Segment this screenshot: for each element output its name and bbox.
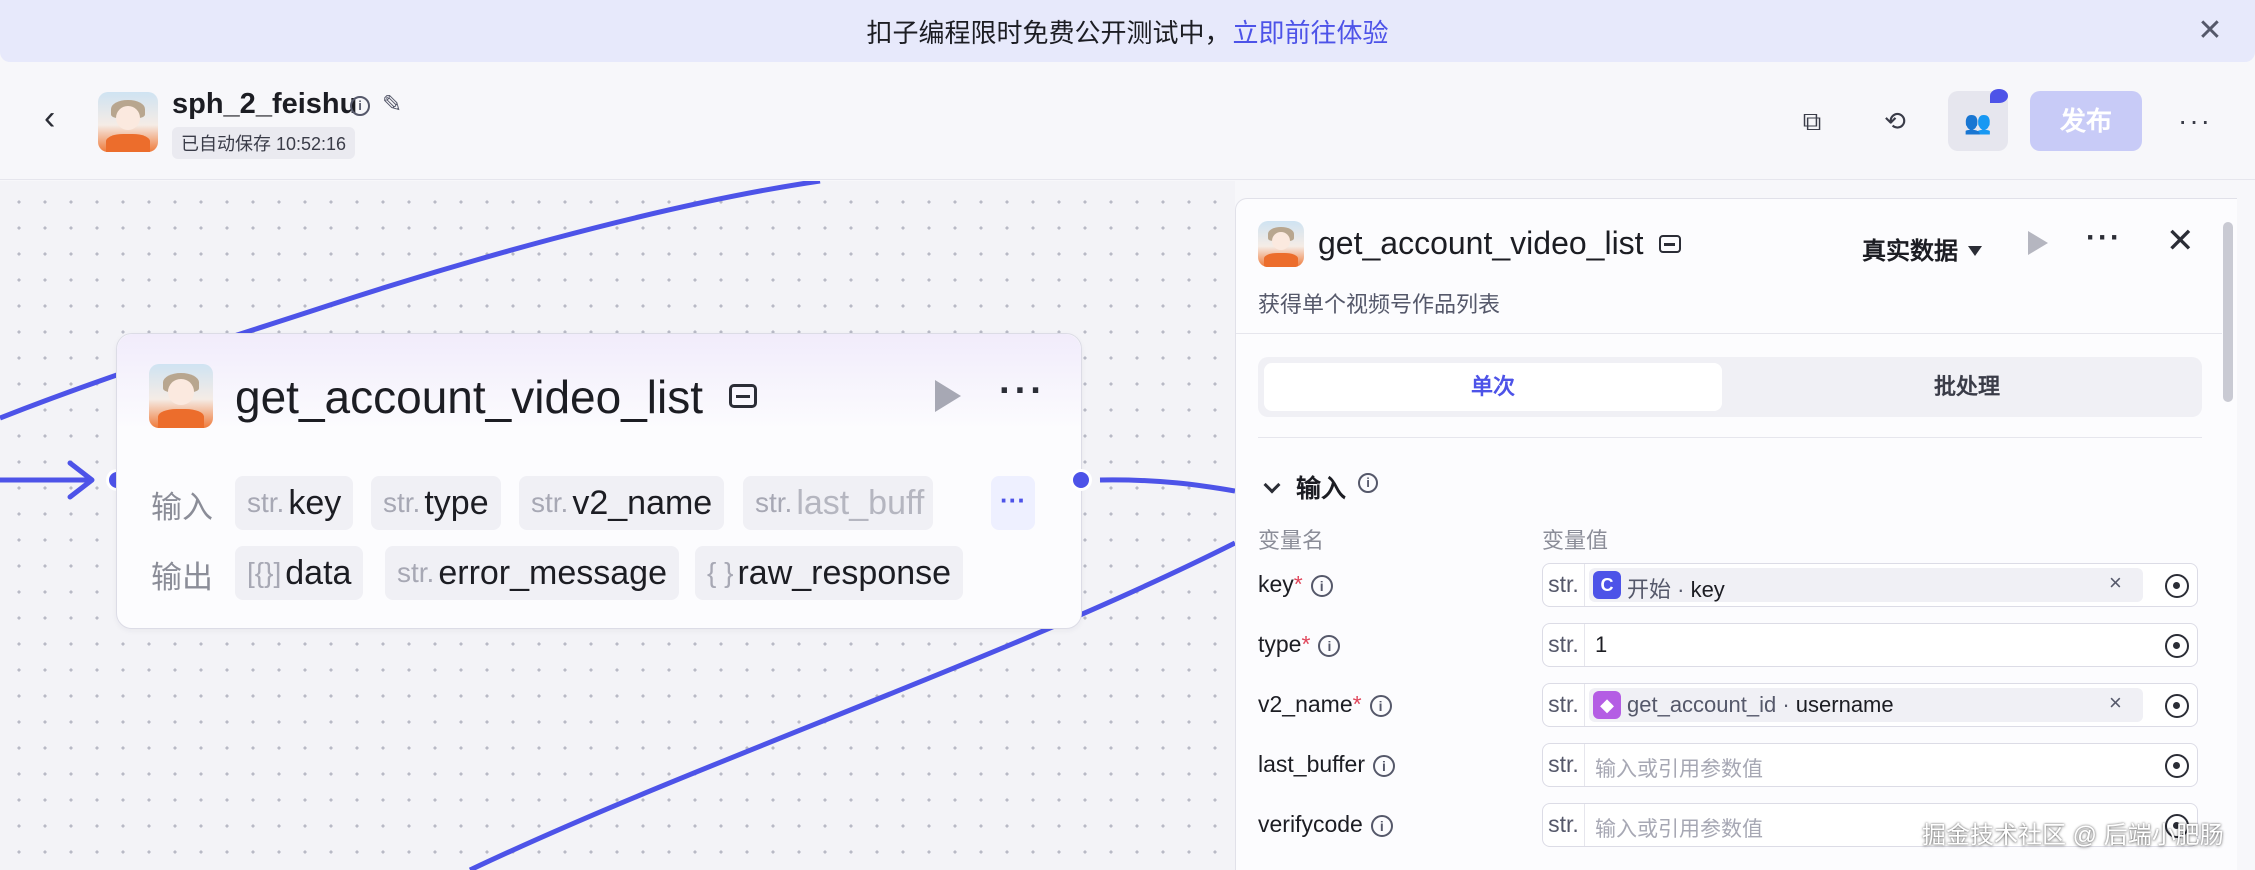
workflow-header: ‹ sph_2_feishu i ✎ 已自动保存 10:52:16 ⧉ ⟲ 👥 … <box>0 62 2255 180</box>
input-param: str. v2_name <box>519 476 725 530</box>
input-param: str. last_buff <box>743 476 933 530</box>
history-icon: ⟲ <box>1884 106 1906 136</box>
data-mode-label: 真实数据 <box>1862 238 1958 265</box>
app-title: sph_2_feishu <box>172 88 358 120</box>
plugin-icon <box>729 384 757 408</box>
type-tag: str. <box>1543 804 1585 846</box>
info-icon[interactable]: i <box>350 96 370 116</box>
output-param: str. error_message <box>385 546 679 600</box>
last-buffer-field[interactable]: str. 输入或引用参数值 <box>1542 743 2198 787</box>
node-avatar <box>149 364 213 428</box>
field-placeholder[interactable]: 输入或引用参数值 <box>1595 753 1763 783</box>
type-field[interactable]: str. 1 <box>1542 623 2198 667</box>
info-icon[interactable]: i <box>1372 755 1395 777</box>
clear-icon[interactable]: × <box>2109 690 2122 716</box>
node-config-panel: get_account_video_list 真实数据 ··· ✕ 获得单个视频… <box>1235 198 2237 870</box>
output-port[interactable] <box>1070 469 1092 491</box>
workflow-canvas[interactable]: get_account_video_list ··· 输入 str. key st… <box>0 181 1235 870</box>
app-avatar <box>98 92 158 152</box>
inputs-label: 输入 <box>151 490 213 525</box>
banner-link[interactable]: 立即前往体验 <box>1233 13 1389 50</box>
announcement-banner: 扣子编程限时免费公开测试中， 立即前往体验 ✕ <box>0 0 2255 62</box>
variable-select-icon[interactable] <box>2165 754 2189 778</box>
autosave-status: 已自动保存 10:52:16 <box>172 127 356 159</box>
variable-select-icon[interactable] <box>2165 694 2189 718</box>
type-tag: str. <box>1543 744 1585 786</box>
variable-select-icon[interactable] <box>2165 574 2189 598</box>
edit-icon[interactable]: ✎ <box>382 90 402 119</box>
publish-button[interactable]: 发布 <box>2030 91 2142 151</box>
copy-button[interactable]: ⧉ <box>1782 91 1842 151</box>
input-param: str. type <box>371 476 501 530</box>
banner-text: 扣子编程限时免费公开测试中， <box>866 17 1231 48</box>
more-icon[interactable]: ··· <box>2086 221 2122 255</box>
notification-badge <box>1990 89 2008 103</box>
variable-reference[interactable]: ◆ get_account_id · username × <box>1589 688 2143 722</box>
field-label: type* i <box>1258 631 1341 658</box>
tab-single[interactable]: 单次 <box>1264 363 1722 411</box>
divider <box>1236 333 2222 334</box>
field-value[interactable]: 1 <box>1595 632 1607 658</box>
more-inputs-button[interactable]: ··· <box>991 476 1035 530</box>
info-icon[interactable]: i <box>1370 815 1393 837</box>
type-tag: str. <box>1543 684 1585 726</box>
info-icon[interactable]: i <box>1358 473 1378 493</box>
field-label: verifycode i <box>1258 811 1393 838</box>
more-icon[interactable]: ··· <box>2165 91 2225 151</box>
column-header-value: 变量值 <box>1542 528 1609 553</box>
run-mode-tabs: 单次 批处理 <box>1258 357 2202 417</box>
run-icon[interactable] <box>935 380 961 412</box>
plugin-icon <box>1659 235 1681 253</box>
run-icon[interactable] <box>2028 231 2048 255</box>
variable-select-icon[interactable] <box>2165 634 2189 658</box>
field-label: v2_name* i <box>1258 691 1392 718</box>
watermark: 掘金技术社区 @ 后端小肥肠 <box>1922 822 2224 849</box>
output-param: { } raw_response <box>695 546 964 600</box>
field-label: last_buffer i <box>1258 751 1395 778</box>
chevron-down-icon[interactable] <box>1263 476 1281 494</box>
panel-scrollbar[interactable] <box>2223 222 2233 402</box>
start-node-icon: C <box>1593 571 1621 599</box>
column-header-name: 变量名 <box>1258 528 1325 553</box>
panel-description: 获得单个视频号作品列表 <box>1258 292 1501 317</box>
close-icon[interactable]: ✕ <box>2166 221 2195 261</box>
key-field[interactable]: str. C 开始 · key × <box>1542 563 2198 607</box>
section-title[interactable]: 输入 <box>1296 469 1346 505</box>
panel-title: get_account_video_list <box>1318 225 1644 261</box>
node-title: get_account_video_list <box>235 371 703 423</box>
history-button[interactable]: ⟲ <box>1865 91 1925 151</box>
tab-batch[interactable]: 批处理 <box>1738 363 2196 411</box>
type-tag: str. <box>1543 564 1585 606</box>
chevron-down-icon <box>1968 246 1982 256</box>
back-icon[interactable]: ‹ <box>44 98 74 138</box>
outputs-label: 输出 <box>151 560 213 595</box>
collaborators-button[interactable]: 👥 <box>1948 89 2008 151</box>
plugin-node[interactable]: get_account_video_list ··· 输入 str. key st… <box>116 333 1082 629</box>
more-icon[interactable]: ··· <box>999 370 1046 413</box>
v2-name-field[interactable]: str. ◆ get_account_id · username × <box>1542 683 2198 727</box>
info-icon[interactable]: i <box>1318 635 1341 657</box>
info-icon[interactable]: i <box>1310 575 1333 597</box>
copy-icon: ⧉ <box>1802 106 1822 136</box>
panel-avatar <box>1258 221 1304 267</box>
banner-close-icon[interactable]: ✕ <box>2193 14 2227 48</box>
plugin-node-icon: ◆ <box>1593 691 1621 719</box>
field-label: key* i <box>1258 571 1333 598</box>
info-icon[interactable]: i <box>1369 695 1392 717</box>
field-placeholder[interactable]: 输入或引用参数值 <box>1595 813 1763 843</box>
variable-reference[interactable]: C 开始 · key × <box>1589 568 2143 602</box>
data-mode-dropdown[interactable]: 真实数据 <box>1862 231 1982 266</box>
clear-icon[interactable]: × <box>2109 570 2122 596</box>
input-param: str. key <box>235 476 354 530</box>
users-icon: 👥 <box>1964 110 1992 135</box>
edge-out-of-node <box>1099 477 1235 494</box>
divider <box>1258 437 2202 438</box>
output-param: [{}] data <box>235 546 364 600</box>
type-tag: str. <box>1543 624 1585 666</box>
